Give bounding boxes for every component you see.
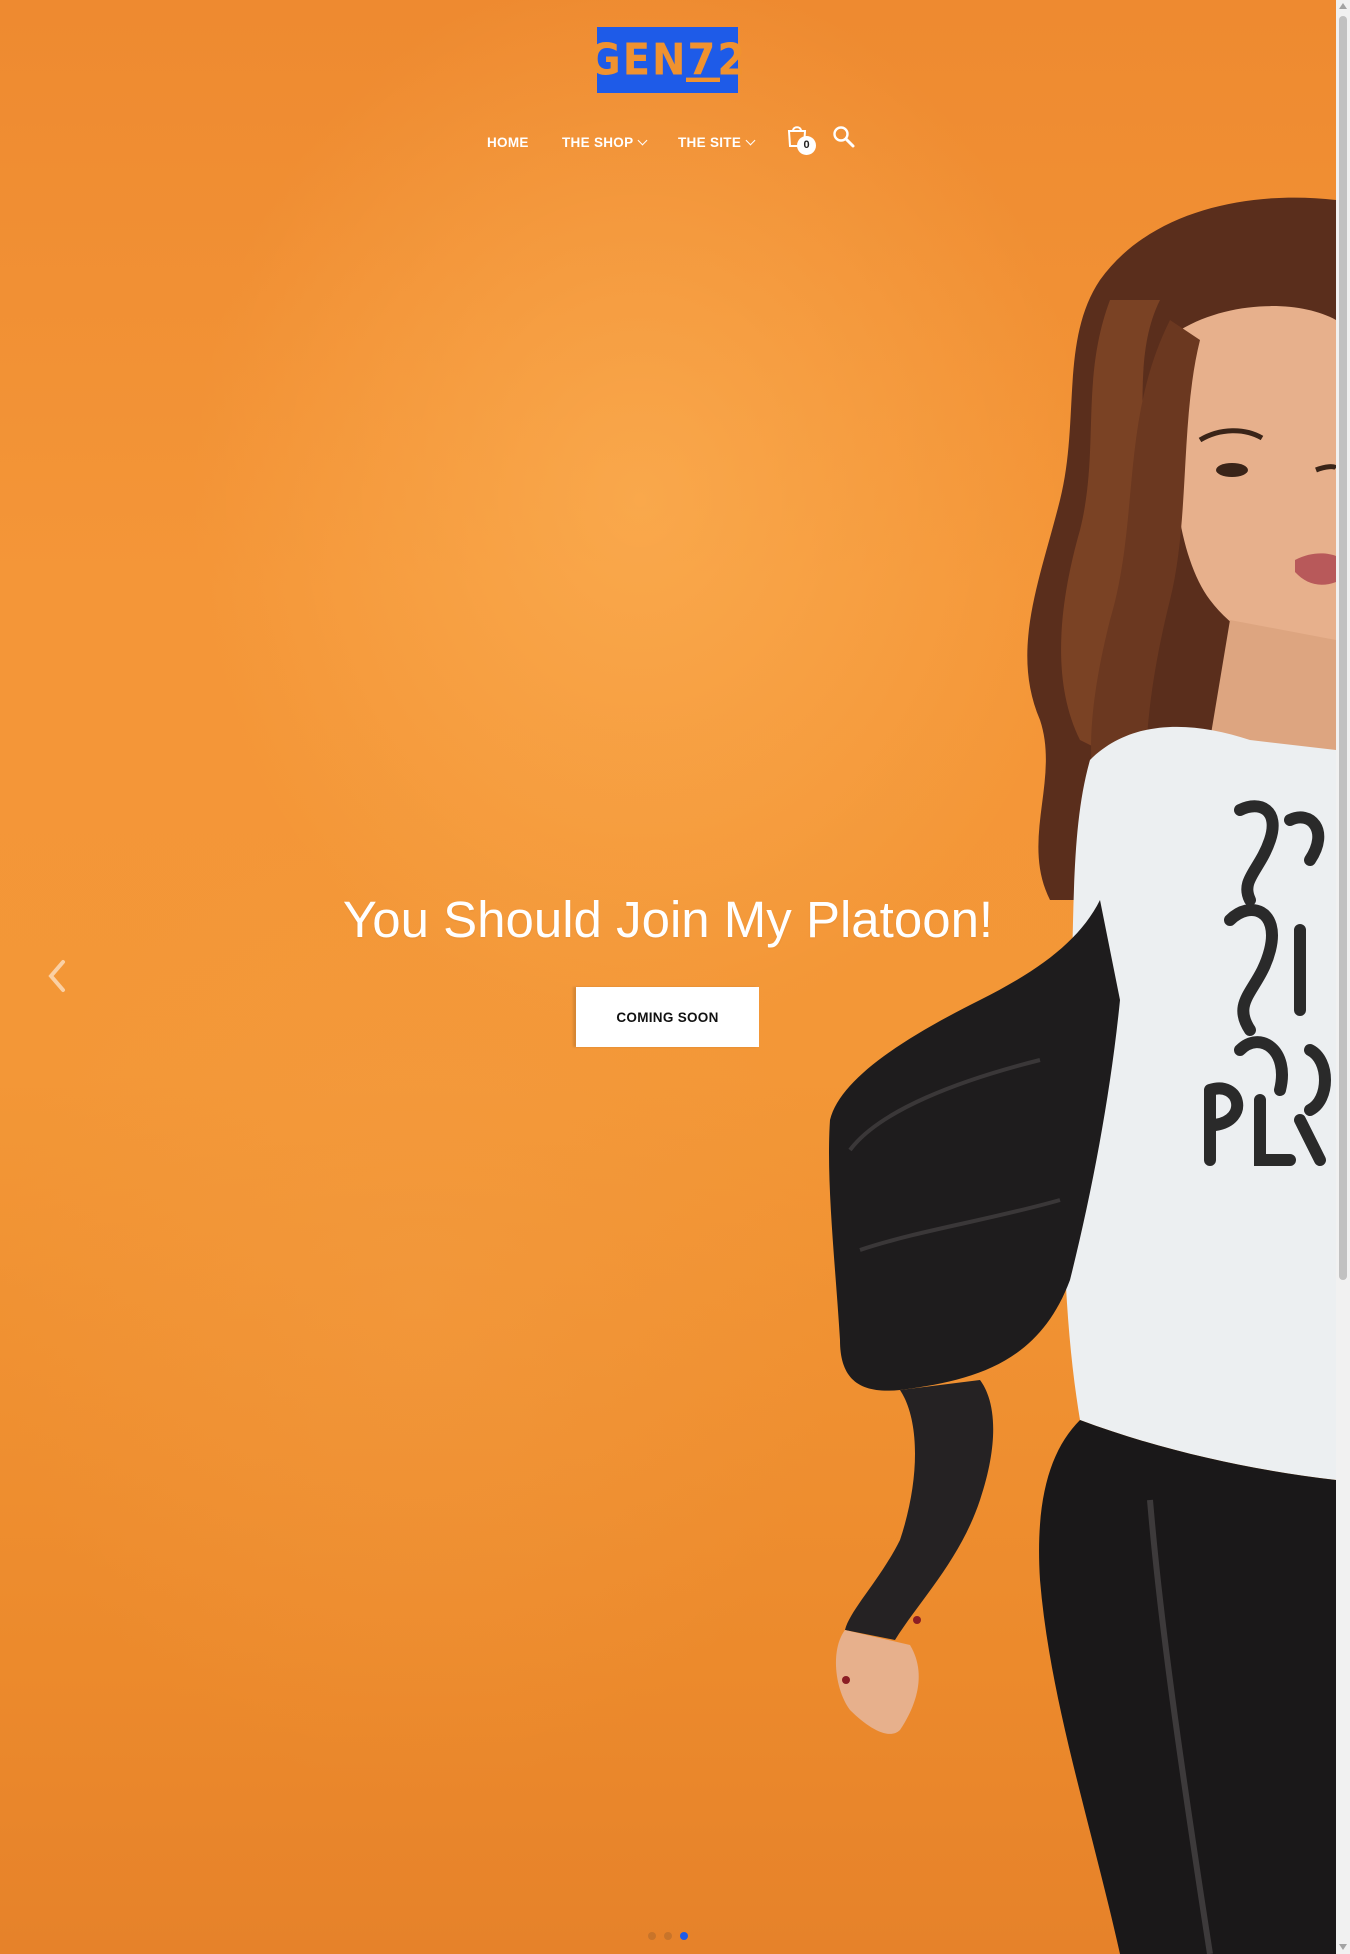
coming-soon-button[interactable]: COMING SOON [576, 987, 759, 1047]
slider-dot[interactable] [664, 1932, 672, 1940]
nav-item-the-shop[interactable]: THE SHOP [562, 131, 648, 155]
slider-dot[interactable] [648, 1932, 656, 1940]
nav-item-home[interactable]: HOME [487, 131, 529, 155]
nav-item-label: THE SHOP [562, 135, 634, 150]
page-scrollbar[interactable] [1336, 0, 1350, 1954]
nav-item-label: HOME [487, 135, 529, 150]
site-logo[interactable]: GEN72 [588, 27, 745, 93]
hero-image-model [829, 197, 1336, 1954]
search-icon[interactable] [832, 125, 856, 149]
cart-count-badge: 0 [797, 136, 816, 155]
scrollbar-thumb[interactable] [1339, 16, 1347, 1280]
nav-item-label: THE SITE [678, 135, 742, 150]
chevron-down-icon [637, 135, 648, 146]
main-nav: HOME THE SHOP THE SITE [0, 131, 1336, 155]
slider-dot[interactable] [680, 1932, 688, 1940]
chevron-down-icon [745, 135, 756, 146]
nav-item-the-site[interactable]: THE SITE [678, 131, 756, 155]
logo-text: GEN72 [587, 34, 748, 86]
chevron-left-icon[interactable] [45, 958, 69, 994]
scroll-up-arrow-icon[interactable] [1339, 3, 1347, 9]
hero-slider: GEN72 HOME THE SHOP THE SITE 0 You Shoul… [0, 0, 1336, 1954]
logo-underline [686, 77, 720, 82]
scroll-down-arrow-icon[interactable] [1339, 1944, 1347, 1950]
hero-headline: You Should Join My Platoon! [342, 891, 994, 948]
